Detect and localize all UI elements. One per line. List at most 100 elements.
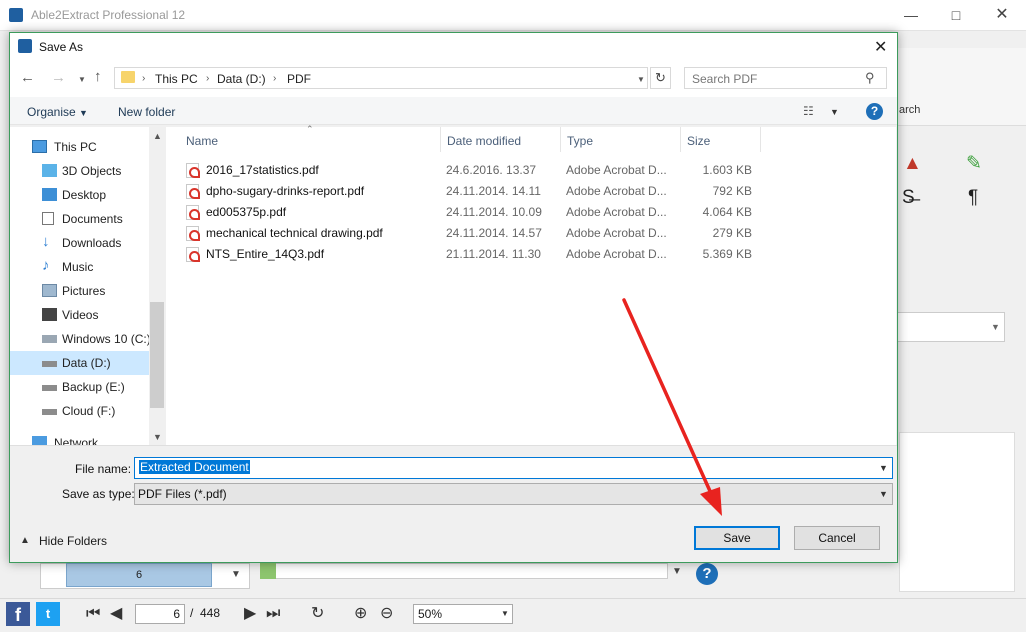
chevron-up-icon[interactable]: ▲ [20,535,30,546]
column-header-name[interactable]: Name [186,134,218,148]
file-row[interactable]: NTS_Entire_14Q3.pdf 21.11.2014. 11.30 Ad… [178,244,768,265]
nav-item-music[interactable]: ♪ Music [10,255,150,279]
chevron-down-icon[interactable]: ▼ [830,107,839,117]
page-thumbnail[interactable]: 6 [66,563,212,587]
file-name-label: File name: [75,462,132,476]
save-button[interactable]: Save [694,526,780,550]
nav-item-label: Downloads [62,236,122,250]
ribbon-search-label[interactable]: arch [899,104,920,116]
app-combo[interactable] [897,312,1005,342]
next-page-icon[interactable]: ▶ [244,604,256,624]
close-icon[interactable]: ✕ [874,37,887,57]
chevron-up-icon[interactable]: ▲ [153,131,162,141]
file-row[interactable]: ed005375p.pdf 24.11.2014. 10.09 Adobe Ac… [178,202,768,223]
help-icon[interactable]: ? [696,563,718,585]
column-divider[interactable] [440,127,441,152]
page-separator: / [190,606,194,620]
zoom-select[interactable]: 50% [413,604,513,624]
save-type-value: PDF Files (*.pdf) [138,487,227,501]
nav-item-this-pc[interactable]: This PC [10,135,150,159]
file-type: Adobe Acrobat D... [566,163,667,177]
nav-item-downloads[interactable]: ↓ Downloads [10,231,150,255]
nav-item-documents[interactable]: Documents [10,207,150,231]
hide-folders-button[interactable]: Hide Folders [39,534,107,548]
file-name: ed005375p.pdf [206,205,287,219]
nav-item-cloud-f[interactable]: Cloud (F:) [10,399,150,423]
column-divider[interactable] [680,127,681,152]
maximize-icon[interactable]: □ [947,6,965,24]
file-row[interactable]: 2016_17statistics.pdf 24.6.2016. 13.37 A… [178,160,768,181]
file-name: 2016_17statistics.pdf [206,163,319,177]
chevron-right-icon[interactable]: › [206,73,209,84]
column-divider[interactable] [560,127,561,152]
column-header-size[interactable]: Size [687,134,710,148]
chevron-right-icon[interactable]: › [273,73,276,84]
zoom-out-icon[interactable]: ⊖ [380,604,393,624]
pilcrow-icon[interactable]: ¶ [968,188,978,208]
search-icon[interactable]: ⚲ [865,70,875,86]
file-type: Adobe Acrobat D... [566,184,667,198]
dialog-title: Save As [39,40,84,54]
pdf-file-icon [186,184,200,199]
nav-item-backup-e[interactable]: Backup (E:) [10,375,150,399]
zoom-in-icon[interactable]: ⊕ [354,604,367,624]
highlight-icon[interactable]: ✎ [966,154,982,174]
rotate-icon[interactable]: ↻ [311,604,324,624]
nav-item-label: Desktop [62,188,107,202]
desktop-icon [42,188,57,201]
column-header-type[interactable]: Type [567,134,593,148]
chevron-down-icon[interactable]: ▼ [637,75,645,84]
chevron-right-icon[interactable]: › [142,73,145,84]
nav-item-windows-c[interactable]: Windows 10 (C:) [10,327,150,351]
chevron-down-icon[interactable]: ▼ [879,463,888,473]
organise-button[interactable]: Organise ▼ [27,105,88,119]
page-number-input[interactable]: 6 [135,604,185,624]
chevron-down-icon[interactable]: ▼ [78,75,86,84]
nav-item-pictures[interactable]: Pictures [10,279,150,303]
file-row[interactable]: mechanical technical drawing.pdf 24.11.2… [178,223,768,244]
file-row[interactable]: dpho-sugary-drinks-report.pdf 24.11.2014… [178,181,768,202]
save-type-select[interactable] [134,483,893,505]
organise-label: Organise [27,105,76,119]
new-folder-button[interactable]: New folder [118,105,175,119]
nav-item-3d-objects[interactable]: 3D Objects [10,159,150,183]
file-size: 1.603 KB [702,163,752,177]
twitter-icon[interactable]: t [36,602,60,626]
breadcrumb-pdf[interactable]: PDF [287,72,311,86]
nav-item-network[interactable]: Network [10,431,150,445]
nav-item-desktop[interactable]: Desktop [10,183,150,207]
nav-item-data-d[interactable]: Data (D:) [10,351,150,375]
nav-item-label: This PC [54,140,97,154]
pictures-icon [42,284,57,297]
view-options-icon[interactable]: ☷ [803,104,814,118]
facebook-icon[interactable]: f [6,602,30,626]
breadcrumb-data-drive[interactable]: Data (D:) [217,72,266,86]
chevron-down-icon[interactable]: ▼ [672,566,682,577]
cancel-button[interactable]: Cancel [794,526,880,550]
up-arrow-icon[interactable]: ↑ [94,68,102,85]
nav-item-label: Videos [62,308,99,322]
forward-arrow-icon[interactable]: → [51,69,66,86]
minimize-icon[interactable]: — [902,6,920,24]
file-name-value[interactable]: Extracted Document [139,460,250,474]
page-total: 448 [200,606,221,620]
breadcrumb-this-pc[interactable]: This PC [155,72,198,86]
refresh-button[interactable]: ↻ [650,67,671,89]
nav-item-videos[interactable]: Videos [10,303,150,327]
back-arrow-icon[interactable]: ← [20,69,35,86]
nav-scrollbar-thumb[interactable] [150,302,164,408]
last-page-icon[interactable]: ⏭ [266,604,280,624]
chevron-down-icon[interactable]: ▼ [879,489,888,499]
prev-page-icon[interactable]: ◀ [110,604,122,624]
chevron-down-icon[interactable]: ▼ [231,569,241,580]
pdf-file-icon [186,205,200,220]
first-page-icon[interactable]: ⏮ [86,604,100,624]
close-icon[interactable]: ✕ [993,6,1011,24]
column-divider[interactable] [760,127,761,152]
strikethrough-icon[interactable]: S̶ [902,188,915,208]
column-header-date[interactable]: Date modified [447,134,521,148]
dialog-titlebar [10,33,897,61]
stamp-icon[interactable]: ▲ [903,154,922,174]
chevron-down-icon[interactable]: ▼ [153,432,162,442]
help-icon[interactable]: ? [866,103,883,120]
